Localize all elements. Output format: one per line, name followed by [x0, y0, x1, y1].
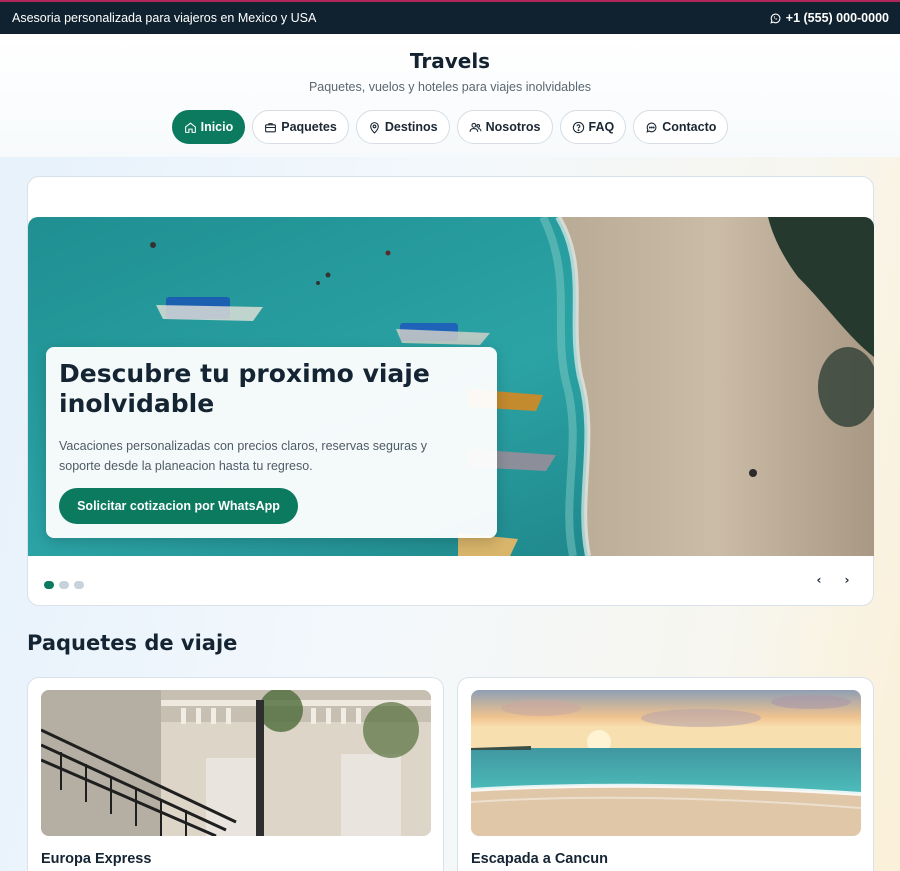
phone-number: +1 (555) 000-0000 — [785, 11, 889, 25]
nav-label: Nosotros — [485, 120, 541, 134]
site-header: Travels Paquetes, vuelos y hoteles para … — [0, 34, 900, 157]
phone-link[interactable]: +1 (555) 000-0000 — [769, 11, 889, 25]
hero-title: Descubre tu proximo viaje inolvidable — [59, 359, 430, 418]
nav-label: FAQ — [588, 120, 615, 134]
users-icon — [469, 122, 482, 132]
carousel-prev-button[interactable]: ‹ — [812, 572, 826, 588]
nav-label: Destinos — [384, 120, 438, 134]
carousel-dot-1[interactable] — [44, 581, 54, 589]
package-name: Escapada a Cancun — [471, 851, 608, 867]
package-image — [41, 690, 431, 836]
nav-label: Paquetes — [281, 120, 337, 134]
carousel-dot-3[interactable] — [74, 581, 84, 589]
top-bar: Asesoria personalizada para viajeros en … — [0, 0, 900, 34]
whatsapp-icon — [770, 13, 781, 24]
whatsapp-quote-button[interactable]: Solicitar cotizacion por WhatsApp — [59, 488, 298, 524]
packages-section-title: Paquetes de viaje — [27, 631, 238, 655]
carousel-controls: ‹ › — [812, 572, 854, 588]
chat-icon — [646, 122, 657, 133]
nav-label: Contacto — [662, 120, 717, 134]
carousel-next-button[interactable]: › — [840, 572, 854, 588]
nav-item-nosotros[interactable]: Nosotros — [456, 110, 553, 144]
home-icon — [184, 121, 196, 133]
hero-description: Vacaciones personalizadas con precios cl… — [59, 439, 428, 473]
tagline: Asesoria personalizada para viajeros en … — [12, 11, 317, 25]
nav-item-inicio[interactable]: Inicio — [171, 110, 246, 144]
package-image — [471, 690, 861, 836]
brand-title[interactable]: Travels — [0, 49, 900, 73]
map-pin-icon — [370, 121, 379, 134]
nav-item-paquetes[interactable]: Paquetes — [252, 110, 349, 144]
nav-item-contacto[interactable]: Contacto — [633, 110, 729, 144]
brand-subtitle: Paquetes, vuelos y hoteles para viajes i… — [308, 80, 592, 94]
nav-label: Inicio — [200, 120, 234, 134]
hero-content: Descubre tu proximo viaje inolvidable Va… — [46, 347, 497, 538]
package-name: Europa Express — [41, 851, 152, 867]
help-circle-icon — [572, 121, 584, 133]
nav-item-destinos[interactable]: Destinos — [355, 110, 450, 144]
nav-item-faq[interactable]: FAQ — [559, 110, 627, 144]
package-card[interactable]: Escapada a Cancun — [457, 677, 874, 871]
main-nav: Inicio Paquetes Destinos Nosotros FAQ Co… — [0, 110, 900, 144]
carousel-indicators — [44, 581, 84, 589]
carousel-dot-2[interactable] — [59, 581, 69, 589]
briefcase-icon — [265, 122, 277, 132]
package-card[interactable]: Europa Express — [27, 677, 444, 871]
